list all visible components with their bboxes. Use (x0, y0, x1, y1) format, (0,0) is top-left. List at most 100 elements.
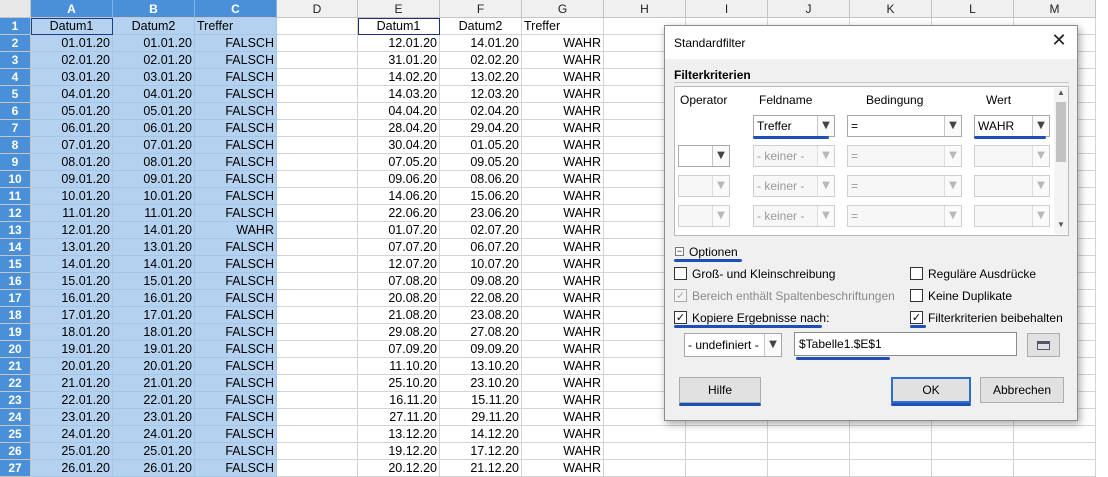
cell[interactable]: 08.06.20 (440, 171, 522, 188)
cell[interactable]: 25.01.20 (31, 443, 113, 460)
cell[interactable]: 02.01.20 (31, 52, 113, 69)
cell[interactable]: 09.01.20 (31, 171, 113, 188)
row-header[interactable]: 21 (0, 358, 31, 375)
cell[interactable]: 12.01.20 (31, 222, 113, 239)
cell[interactable]: FALSCH (195, 52, 277, 69)
cell[interactable]: FALSCH (195, 120, 277, 137)
cell[interactable]: WAHR (522, 324, 604, 341)
cell[interactable] (686, 460, 768, 477)
cell[interactable] (277, 86, 358, 103)
column-header-h[interactable]: H (604, 0, 686, 18)
cell[interactable]: 02.01.20 (113, 52, 195, 69)
cell[interactable] (277, 443, 358, 460)
cell[interactable] (277, 392, 358, 409)
cell[interactable] (277, 256, 358, 273)
cell[interactable]: 07.07.20 (358, 239, 440, 256)
cell[interactable]: 07.01.20 (31, 137, 113, 154)
cell[interactable] (277, 69, 358, 86)
cell[interactable]: 01.05.20 (440, 137, 522, 154)
cell[interactable]: FALSCH (195, 426, 277, 443)
cell[interactable] (850, 460, 932, 477)
cell[interactable]: 18.01.20 (31, 324, 113, 341)
cell[interactable]: 07.01.20 (113, 137, 195, 154)
cell[interactable] (277, 460, 358, 477)
cell[interactable] (277, 358, 358, 375)
cell[interactable]: WAHR (522, 358, 604, 375)
cell[interactable]: WAHR (522, 409, 604, 426)
cell[interactable] (277, 52, 358, 69)
cell[interactable]: 24.01.20 (31, 426, 113, 443)
case-sensitive-checkbox[interactable] (674, 267, 687, 280)
cell[interactable] (1014, 426, 1096, 443)
cell[interactable]: 12.01.20 (358, 35, 440, 52)
cell[interactable]: 23.01.20 (113, 409, 195, 426)
row-header[interactable]: 27 (0, 460, 31, 477)
cell[interactable] (277, 239, 358, 256)
cell[interactable]: 06.01.20 (31, 120, 113, 137)
cell[interactable]: 13.10.20 (440, 358, 522, 375)
cell[interactable]: 30.04.20 (358, 137, 440, 154)
cell[interactable]: FALSCH (195, 375, 277, 392)
cell[interactable]: WAHR (522, 307, 604, 324)
cell[interactable] (277, 324, 358, 341)
cell[interactable] (277, 375, 358, 392)
cell[interactable] (768, 443, 850, 460)
cell[interactable] (277, 35, 358, 52)
cell[interactable]: 20.01.20 (31, 358, 113, 375)
cell[interactable]: WAHR (522, 375, 604, 392)
cell[interactable]: 04.01.20 (113, 86, 195, 103)
cell[interactable]: FALSCH (195, 137, 277, 154)
cell[interactable]: 16.01.20 (31, 290, 113, 307)
cell[interactable]: WAHR (522, 86, 604, 103)
scroll-up-icon[interactable]: ▲ (1056, 88, 1066, 100)
row-header[interactable]: 15 (0, 256, 31, 273)
cell[interactable]: 17.12.20 (440, 443, 522, 460)
ok-button[interactable]: OK (891, 377, 971, 403)
row-header[interactable]: 5 (0, 86, 31, 103)
cell[interactable]: 14.01.20 (113, 256, 195, 273)
cell[interactable]: FALSCH (195, 35, 277, 52)
cell[interactable]: 21.01.20 (113, 375, 195, 392)
cell[interactable]: 24.01.20 (113, 426, 195, 443)
cell[interactable]: 03.01.20 (113, 69, 195, 86)
row-header[interactable]: 8 (0, 137, 31, 154)
column-header-k[interactable]: K (850, 0, 932, 18)
cell[interactable]: WAHR (522, 171, 604, 188)
row-header[interactable]: 22 (0, 375, 31, 392)
cell[interactable]: WAHR (522, 103, 604, 120)
cell[interactable]: 22.06.20 (358, 205, 440, 222)
cell[interactable]: WAHR (522, 426, 604, 443)
cell[interactable] (277, 188, 358, 205)
regex-checkbox[interactable] (910, 267, 923, 280)
row-header[interactable]: 1 (0, 18, 31, 35)
cell[interactable]: 14.01.20 (440, 35, 522, 52)
cell[interactable]: WAHR (522, 460, 604, 477)
cell[interactable]: 06.07.20 (440, 239, 522, 256)
cell[interactable]: 27.11.20 (358, 409, 440, 426)
cell[interactable]: FALSCH (195, 256, 277, 273)
cell[interactable] (277, 222, 358, 239)
cell[interactable]: 07.05.20 (358, 154, 440, 171)
row-header[interactable]: 26 (0, 443, 31, 460)
cell[interactable]: WAHR (522, 341, 604, 358)
cell[interactable]: 23.06.20 (440, 205, 522, 222)
column-header-i[interactable]: I (686, 0, 768, 18)
cell[interactable]: 15.01.20 (31, 273, 113, 290)
cell[interactable]: Treffer (522, 18, 604, 35)
row-header[interactable]: 18 (0, 307, 31, 324)
cell[interactable]: 02.04.20 (440, 103, 522, 120)
cell[interactable]: 29.08.20 (358, 324, 440, 341)
cell[interactable]: 09.08.20 (440, 273, 522, 290)
row-header[interactable]: 14 (0, 239, 31, 256)
row-header[interactable]: 3 (0, 52, 31, 69)
cell[interactable]: 02.07.20 (440, 222, 522, 239)
cell[interactable]: 08.01.20 (31, 154, 113, 171)
cell[interactable] (686, 426, 768, 443)
cell[interactable] (850, 426, 932, 443)
corner-select-all[interactable] (0, 0, 31, 18)
cell[interactable]: WAHR (522, 154, 604, 171)
cell[interactable]: WAHR (522, 137, 604, 154)
cell[interactable]: Datum1 (358, 18, 440, 35)
cell[interactable]: 19.01.20 (31, 341, 113, 358)
column-header-l[interactable]: L (932, 0, 1014, 18)
